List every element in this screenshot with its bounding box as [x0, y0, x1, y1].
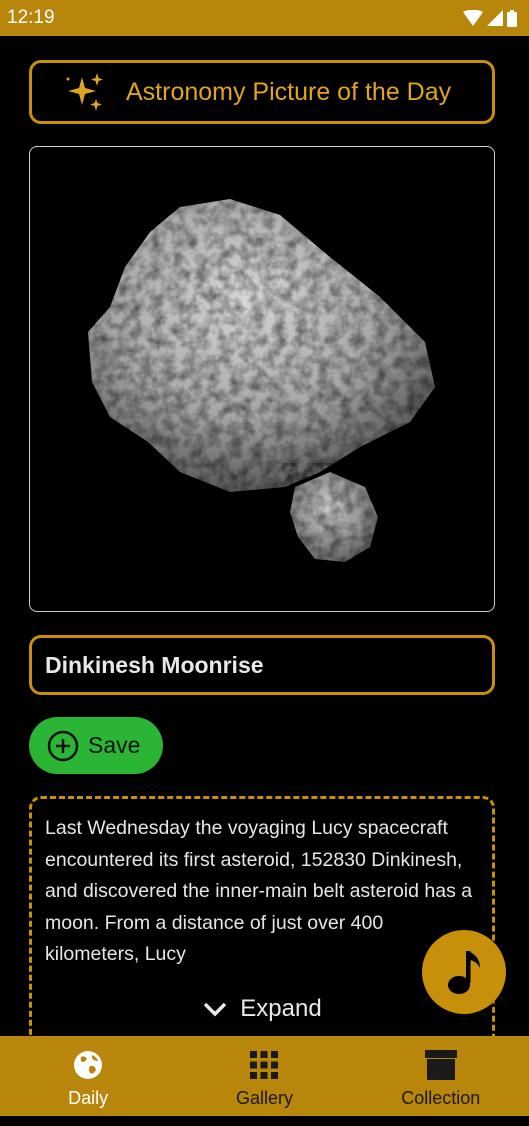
expand-button[interactable]: Expand — [32, 995, 492, 1023]
nav-item-collection[interactable]: Collection — [353, 1046, 529, 1109]
signal-icon — [487, 10, 503, 26]
picture-title: Dinkinesh Moonrise — [45, 651, 264, 678]
description-text: Last Wednesday the voyaging Lucy spacecr… — [45, 817, 473, 966]
grid-icon — [250, 1051, 279, 1079]
save-button[interactable]: Save — [29, 717, 163, 774]
sparkles-icon — [66, 73, 103, 111]
wifi-icon — [463, 10, 483, 26]
chevron-down-icon — [204, 1002, 227, 1017]
description-card: Last Wednesday the voyaging Lucy spacecr… — [29, 796, 495, 1056]
archive-box-icon — [424, 1050, 457, 1080]
status-bar: 12:19 — [0, 0, 529, 36]
globe-icon — [74, 1051, 103, 1079]
add-circle-icon — [47, 730, 79, 761]
save-label: Save — [88, 732, 141, 758]
music-button[interactable] — [422, 930, 506, 1014]
nav-label-daily: Daily — [68, 1088, 109, 1108]
picture-title-field: Dinkinesh Moonrise — [29, 635, 495, 695]
nav-item-gallery[interactable]: Gallery — [176, 1046, 352, 1109]
status-icons — [463, 9, 517, 27]
music-note-icon — [448, 951, 480, 994]
app-title: Astronomy Picture of the Day — [126, 77, 452, 106]
expand-label: Expand — [240, 995, 322, 1022]
battery-icon — [507, 9, 517, 27]
status-time: 12:19 — [7, 7, 55, 28]
nav-label-collection: Collection — [401, 1088, 481, 1108]
system-nav-strip — [0, 1116, 529, 1126]
nav-label-gallery: Gallery — [235, 1088, 293, 1108]
apod-image[interactable] — [29, 146, 495, 612]
app-title-card: Astronomy Picture of the Day — [29, 60, 495, 124]
bottom-navigation: Daily Gallery Collection — [0, 1036, 529, 1126]
asteroid-image — [88, 199, 435, 562]
nav-item-daily[interactable]: Daily — [0, 1046, 176, 1109]
